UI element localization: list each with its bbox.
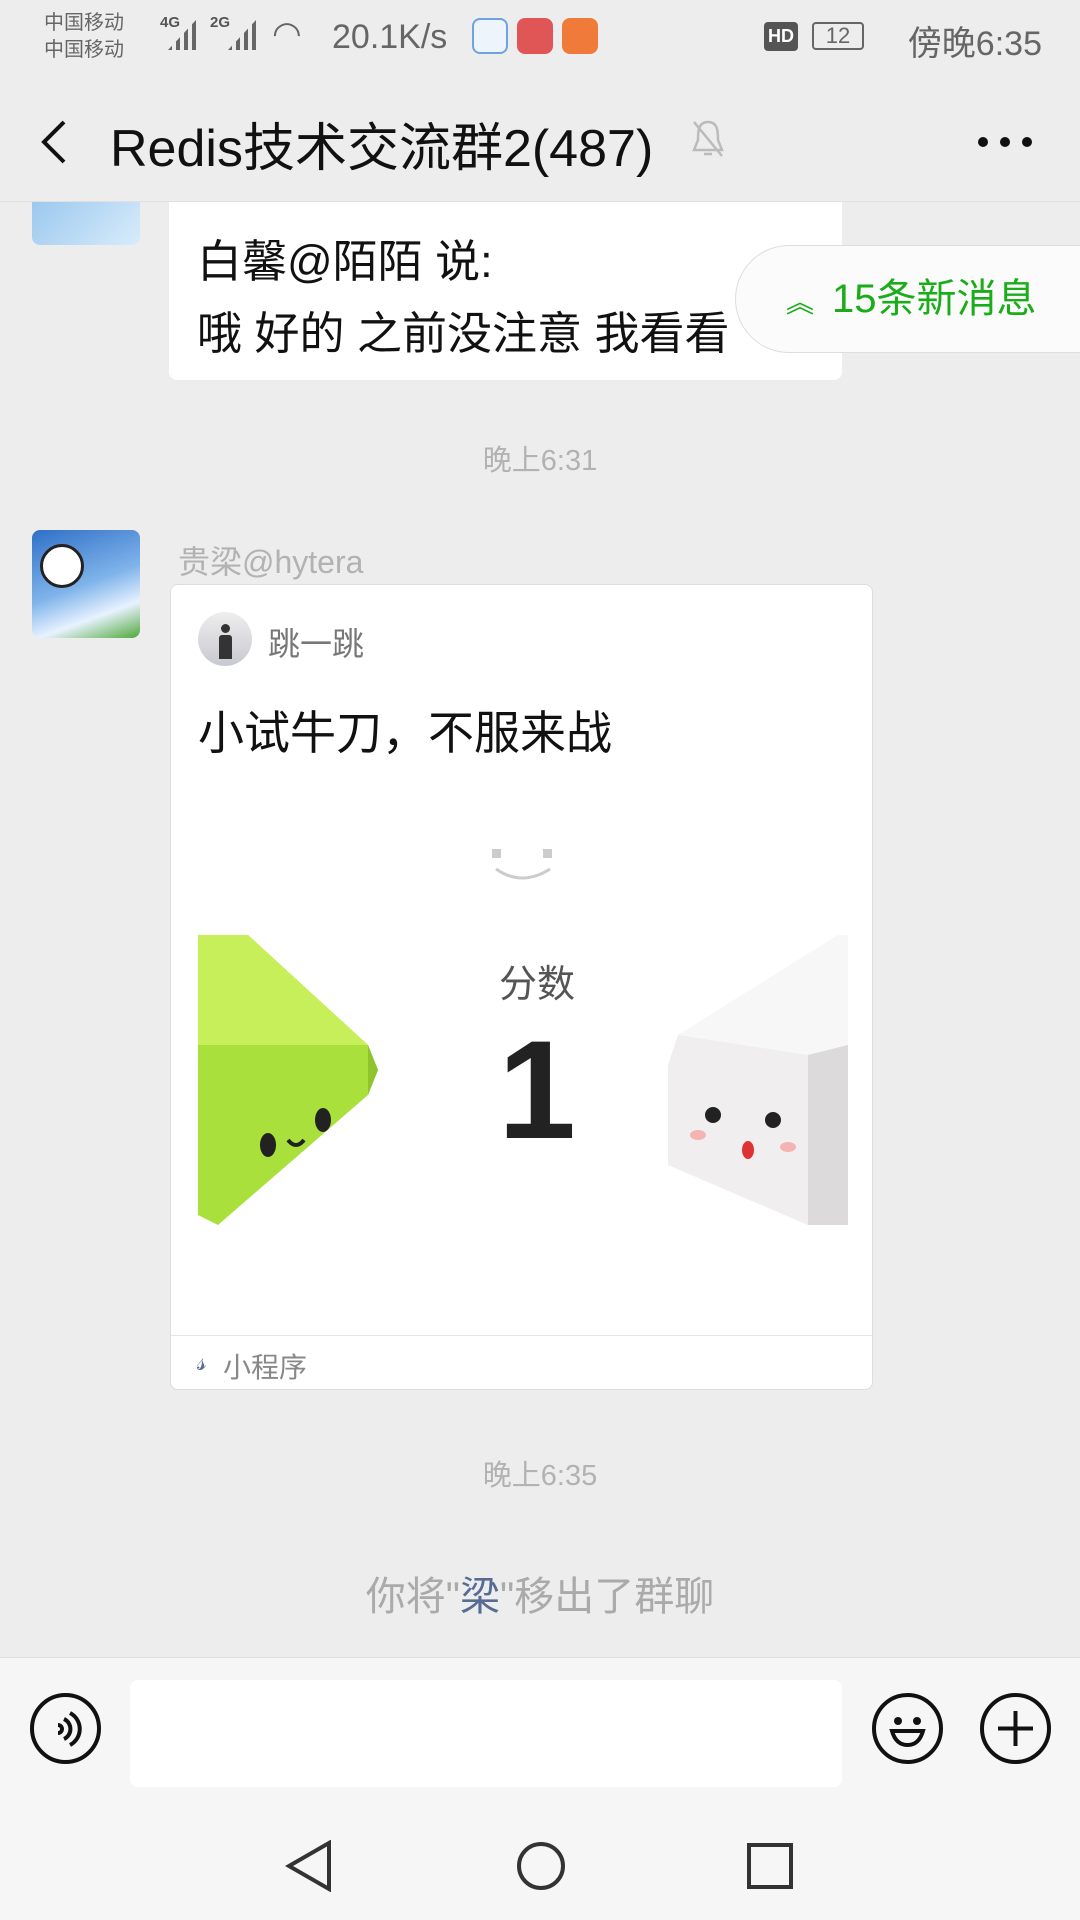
mini-program-label: 小程序 <box>223 1352 308 1383</box>
chat-header: Redis技术交流群2(487) <box>0 80 1080 202</box>
message-input[interactable] <box>130 1680 842 1787</box>
nav-back-button[interactable] <box>285 1840 335 1892</box>
net-4g: 4G <box>160 14 181 31</box>
voice-icon <box>57 1711 82 1747</box>
carrier-labels: 中国移动 中国移动 <box>44 10 124 64</box>
system-message: 你将"梁"移出了群聊 <box>0 1564 1080 1622</box>
clock: 傍晚6:35 <box>907 25 1042 63</box>
back-arrow-icon <box>41 120 66 164</box>
white-cube-icon <box>668 935 848 1225</box>
more-button[interactable] <box>975 132 1035 152</box>
new-messages-button[interactable]: ︽ 15条新消息 <box>735 245 1080 353</box>
battery-icon: 12 <box>812 22 864 50</box>
chat-title: Redis技术交流群2(487) <box>110 120 654 178</box>
voice-button[interactable] <box>30 1693 101 1764</box>
more-functions-button[interactable] <box>980 1693 1051 1764</box>
mute-bell-icon <box>692 120 724 157</box>
status-bar: 中国移动 中国移动 4G 2G ◠ 20.1K/s HD 12 傍晚6:35 <box>0 0 1080 80</box>
input-bar <box>0 1657 1080 1800</box>
plus-icon <box>998 1711 1033 1746</box>
more-dots-icon <box>978 137 1032 147</box>
avatar-previous-sender[interactable] <box>32 202 140 245</box>
emoji-icon <box>889 1717 926 1748</box>
mini-program-name: 跳一跳 <box>268 626 365 662</box>
card-footer: 𝓈 小程序 <box>171 1335 872 1389</box>
card-preview-image: 分数 1 <box>198 785 848 1275</box>
app-notification-icon-1 <box>472 18 508 54</box>
app-notification-icon-2 <box>517 18 553 54</box>
quote-line-2: 哦 好的 之前没注意 我看看 <box>197 308 730 359</box>
smiley-icon <box>492 849 552 880</box>
wifi-icon: ◠ <box>272 15 302 53</box>
signal-icon-2 <box>228 20 256 50</box>
nav-recents-button[interactable] <box>746 1842 794 1890</box>
system-message-post: "移出了群聊 <box>500 1575 715 1619</box>
sender-name: 贵梁@hytera <box>178 544 364 580</box>
system-nav-bar <box>0 1800 1080 1920</box>
green-cube-icon <box>198 935 378 1225</box>
system-message-pre: 你将" <box>365 1575 460 1619</box>
carrier-2: 中国移动 <box>44 39 124 61</box>
nav-home-button[interactable] <box>515 1840 567 1892</box>
net-2g: 2G <box>210 14 231 31</box>
removed-member-link[interactable]: 梁 <box>460 1575 500 1619</box>
timestamp: 晚上6:31 <box>482 445 598 477</box>
card-title: 小试牛刀，不服来战 <box>198 707 612 759</box>
app-notification-icon-3 <box>562 18 598 54</box>
carrier-1: 中国移动 <box>44 12 124 34</box>
quote-line-1: 白馨@陌陌 说: <box>197 236 493 287</box>
mini-program-card[interactable]: 跳一跳 小试牛刀，不服来战 分数 1 𝓈 小程序 <box>170 584 873 1390</box>
timestamp: 晚上6:35 <box>482 1460 598 1492</box>
new-messages-label: 15条新消息 <box>832 277 1037 321</box>
sender-avatar[interactable] <box>32 530 140 638</box>
back-button[interactable] <box>36 120 76 164</box>
mini-program-link-icon: 𝓈 <box>197 1346 207 1376</box>
hd-icon: HD <box>764 22 798 51</box>
network-speed: 20.1K/s <box>332 18 448 56</box>
emoji-button[interactable] <box>872 1693 943 1764</box>
double-chevron-up-icon: ︽ <box>786 287 815 318</box>
mini-program-avatar <box>198 612 252 666</box>
